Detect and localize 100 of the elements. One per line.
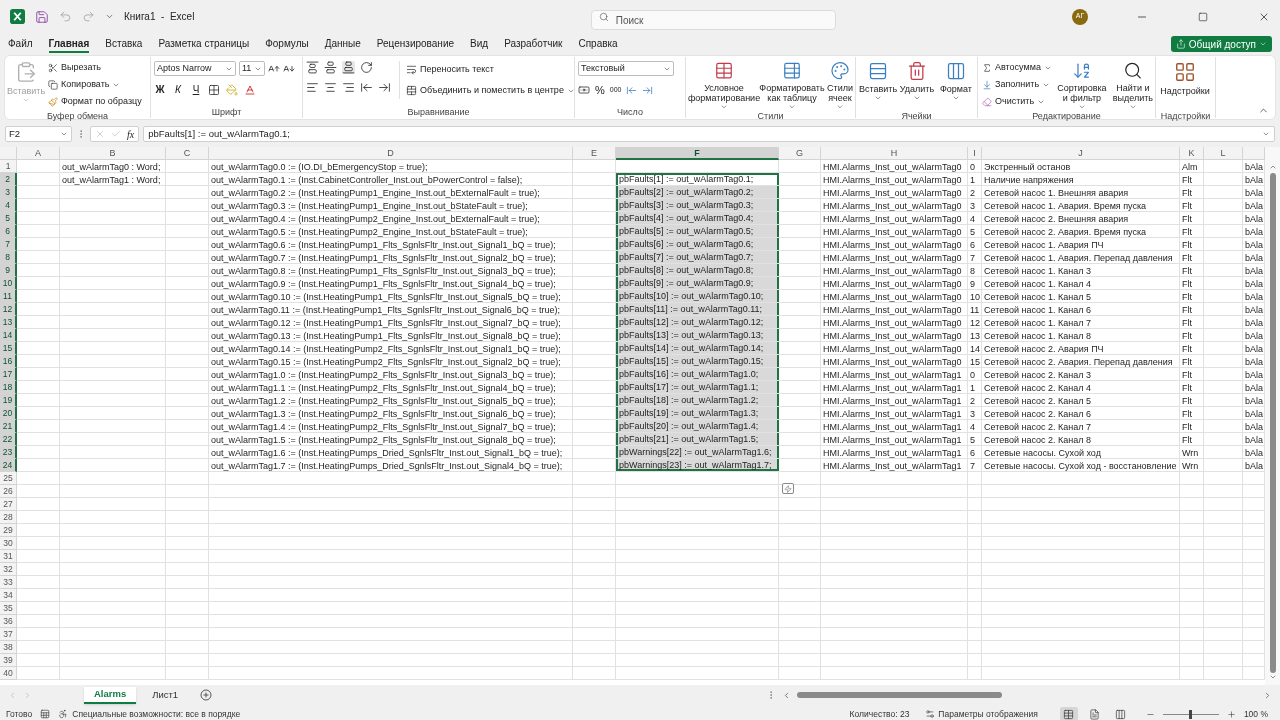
row-header[interactable]: 26 — [0, 485, 17, 498]
selected-cell[interactable]: pbFaults[20] := out_wAlarmTag1.4; — [616, 420, 779, 432]
selected-cell[interactable]: pbFaults[12] := out_wAlarmTag0.12; — [616, 316, 779, 328]
share-button[interactable]: Общий доступ — [1170, 36, 1272, 52]
selected-cell[interactable]: pbFaults[9] := out_wAlarmTag0.9; — [616, 277, 779, 289]
increase-decimal-icon[interactable] — [642, 84, 654, 96]
scroll-right-icon[interactable] — [1263, 690, 1272, 700]
selected-cell[interactable]: pbFaults[10] := out_wAlarmTag0.10; — [616, 290, 779, 302]
add-sheet-icon[interactable] — [200, 689, 213, 701]
selected-cell[interactable]: pbFaults[6] := out_wAlarmTag0.6; — [616, 238, 779, 250]
row-header[interactable]: 16 — [0, 355, 17, 368]
save-icon[interactable] — [35, 9, 49, 24]
selected-cell[interactable]: pbFaults[8] := out_wAlarmTag0.8; — [616, 264, 779, 276]
autosum-button[interactable]: Автосумма — [981, 59, 1053, 76]
column-header[interactable]: F — [616, 147, 779, 160]
copy-button[interactable]: Копировать — [47, 76, 143, 93]
format-cells-button[interactable]: Формат — [937, 59, 975, 111]
selected-cell[interactable]: pbWarnings[23] := out_wAlarmTag1.7; — [616, 459, 779, 471]
row-header[interactable]: 11 — [0, 290, 17, 303]
scroll-thumb[interactable] — [797, 692, 1002, 698]
bold-button[interactable]: Ж — [154, 82, 166, 97]
sort-filter-button[interactable]: Сортировка и фильтр — [1055, 59, 1108, 111]
maximize-icon[interactable] — [1198, 11, 1208, 22]
row-header[interactable]: 5 — [0, 212, 17, 225]
display-settings-button[interactable]: Параметры отображения — [925, 707, 1038, 720]
clear-button[interactable]: Очистить — [981, 93, 1053, 110]
scroll-thumb[interactable] — [1269, 173, 1276, 673]
wrap-text-button[interactable]: Переносить текст — [405, 61, 576, 78]
function-button[interactable]: fx — [127, 126, 135, 142]
row-header[interactable]: 6 — [0, 225, 17, 238]
row-header[interactable]: 23 — [0, 446, 17, 459]
align-top-icon[interactable] — [306, 61, 319, 74]
menu-tab[interactable]: Разметка страницы — [158, 35, 250, 53]
row-header[interactable]: 14 — [0, 329, 17, 342]
add-ins-button[interactable]: Надстройки — [1159, 59, 1211, 111]
menu-tab[interactable]: Главная — [48, 35, 90, 53]
row-header[interactable]: 39 — [0, 654, 17, 667]
menu-tab[interactable]: Формулы — [265, 35, 309, 53]
percent-button[interactable]: % — [595, 82, 605, 99]
row-header[interactable]: 9 — [0, 264, 17, 277]
row-header[interactable]: 22 — [0, 433, 17, 446]
row-header[interactable]: 27 — [0, 498, 17, 511]
grow-font-icon[interactable] — [268, 62, 280, 75]
menu-tab[interactable]: Данные — [324, 35, 361, 53]
row-header[interactable]: 33 — [0, 576, 17, 589]
selected-cell[interactable]: pbFaults[19] := out_wAlarmTag1.3; — [616, 407, 779, 419]
font-field[interactable]: Aptos Narrow — [154, 61, 236, 76]
format-painter-button[interactable]: Формат по образцу — [47, 93, 143, 110]
italic-button[interactable]: К — [172, 82, 184, 97]
format-table-button[interactable]: Форматировать как таблицу — [760, 59, 824, 111]
decrease-decimal-icon[interactable] — [626, 84, 638, 96]
decrease-indent-icon[interactable] — [360, 81, 373, 94]
row-header[interactable]: 28 — [0, 511, 17, 524]
font-color-icon[interactable] — [244, 83, 256, 96]
row-header[interactable]: 29 — [0, 524, 17, 537]
row-header[interactable]: 1 — [0, 160, 17, 173]
selected-cell[interactable]: pbFaults[21] := out_wAlarmTag1.5; — [616, 433, 779, 445]
row-header[interactable]: 13 — [0, 316, 17, 329]
selected-cell[interactable]: pbFaults[14] := out_wAlarmTag0.14; — [616, 342, 779, 354]
selected-cell[interactable]: pbFaults[2] := out_wAlarmTag0.2; — [616, 186, 779, 198]
find-select-button[interactable]: Найти и выделить — [1110, 59, 1155, 111]
selected-cell[interactable]: pbFaults[4] := out_wAlarmTag0.4; — [616, 212, 779, 224]
selected-cell[interactable]: pbFaults[13] := out_wAlarmTag0.13; — [616, 329, 779, 341]
paint-bucket-icon[interactable] — [226, 83, 238, 96]
insert-cells-button[interactable]: Вставить — [859, 59, 897, 111]
conditional-format-button[interactable]: Условное форматирование — [689, 59, 759, 111]
search-field[interactable]: Поиск — [590, 10, 836, 30]
row-header[interactable]: 2 — [0, 173, 17, 186]
row-header[interactable]: 12 — [0, 303, 17, 316]
currency-icon[interactable] — [578, 84, 590, 97]
selected-cell[interactable]: pbFaults[5] := out_wAlarmTag0.5; — [616, 225, 779, 237]
menu-tab[interactable]: Рецензирование — [376, 35, 455, 53]
row-header[interactable]: 21 — [0, 420, 17, 433]
undo-icon[interactable] — [59, 10, 72, 23]
sheet-tab[interactable]: Alarms — [84, 686, 137, 704]
row-header[interactable]: 10 — [0, 277, 17, 290]
row-header[interactable]: 34 — [0, 589, 17, 602]
orientation-icon[interactable] — [360, 61, 373, 74]
accessibility-icon[interactable] — [58, 709, 69, 719]
formula-field[interactable]: pbFaults[1] := out_wAlarmTag0.1; — [143, 126, 1275, 142]
selected-cell[interactable]: pbFaults[17] := out_wAlarmTag1.1; — [616, 381, 779, 393]
row-header[interactable]: 31 — [0, 550, 17, 563]
row-header[interactable]: 24 — [0, 459, 17, 472]
menu-tab[interactable]: Файл — [8, 35, 33, 53]
row-header[interactable]: 40 — [0, 667, 17, 680]
row-header[interactable]: 32 — [0, 563, 17, 576]
selected-cell[interactable]: pbWarnings[22] := out_wAlarmTag1.6; — [616, 446, 779, 458]
row-header[interactable]: 17 — [0, 368, 17, 381]
row-header[interactable]: 20 — [0, 407, 17, 420]
accessibility-status[interactable]: Специальные возможности: все в порядке — [72, 707, 241, 720]
row-header[interactable]: 30 — [0, 537, 17, 550]
sheet-tab[interactable]: Лист1 — [142, 686, 189, 704]
row-header[interactable]: 25 — [0, 472, 17, 485]
row-header[interactable]: 36 — [0, 615, 17, 628]
selected-cell[interactable]: pbFaults[15] := out_wAlarmTag0.15; — [616, 355, 779, 367]
zoom-level[interactable]: 100 % — [1243, 707, 1268, 720]
row-header[interactable]: 7 — [0, 238, 17, 251]
shrink-font-icon[interactable] — [283, 62, 295, 75]
align-right-icon[interactable] — [342, 81, 355, 94]
selected-cell[interactable]: pbFaults[11] := out_wAlarmTag0.11; — [616, 303, 779, 315]
